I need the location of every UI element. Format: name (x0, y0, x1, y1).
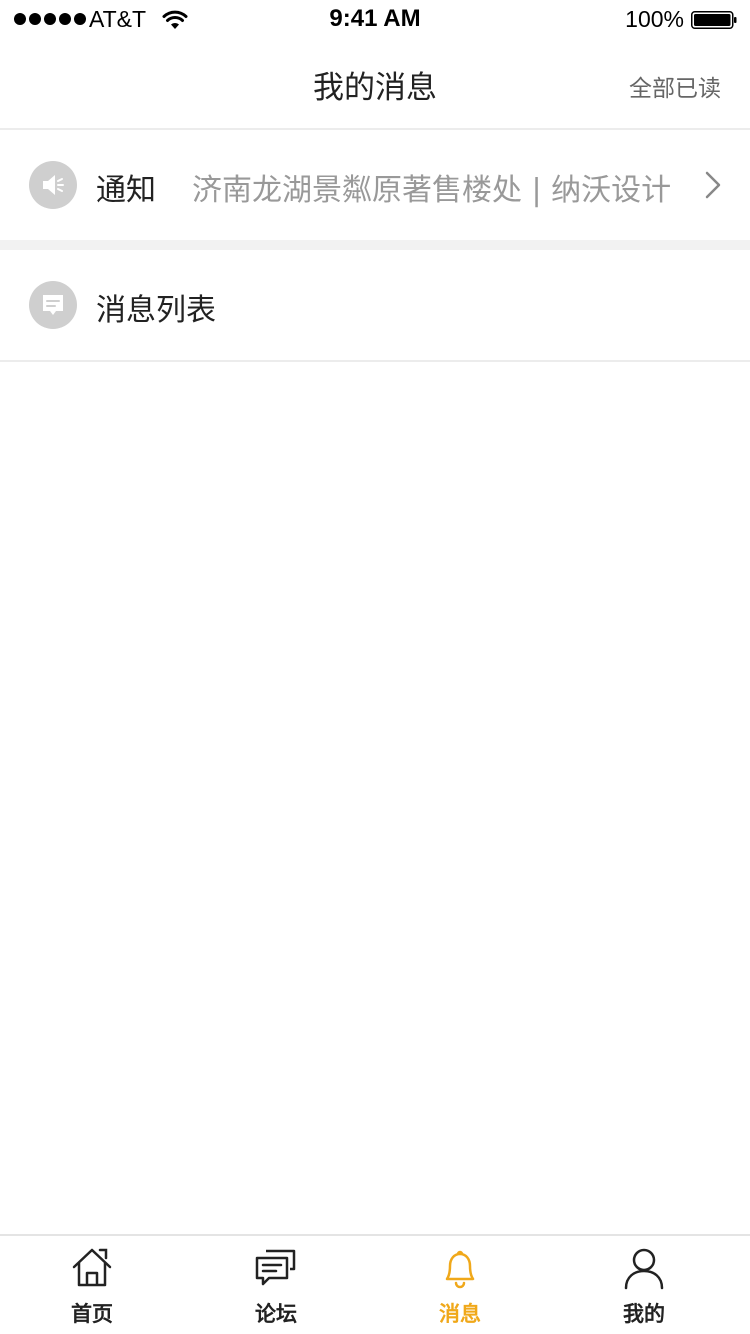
notice-label: 通知 (96, 173, 156, 208)
speaker-icon (29, 161, 77, 209)
tab-messages-label: 消息 (439, 1302, 481, 1326)
tab-home-label: 首页 (71, 1302, 113, 1326)
battery-percent: 100% (625, 6, 684, 32)
tab-home[interactable]: 首页 (0, 1236, 184, 1334)
message-list-row[interactable]: 消息列表 (0, 250, 750, 362)
tab-forum-label: 论坛 (255, 1302, 297, 1326)
tab-messages[interactable]: 消息 (368, 1236, 552, 1334)
mark-all-read-button[interactable]: 全部已读 (629, 69, 721, 103)
section-divider (0, 240, 750, 250)
battery-icon (691, 11, 737, 29)
home-icon (72, 1248, 112, 1287)
chat-icon (29, 281, 77, 329)
tab-profile-label: 我的 (623, 1302, 665, 1326)
status-bar: AT&T 9:41 AM 100% (0, 0, 750, 40)
tab-profile[interactable]: 我的 (552, 1236, 750, 1334)
message-list-label: 消息列表 (96, 293, 216, 328)
notice-preview: 济南龙湖景粼原著售楼处 | 纳沃设计 (192, 173, 672, 208)
chevron-right-icon (705, 171, 721, 199)
tab-forum[interactable]: 论坛 (184, 1236, 368, 1334)
navigation-bar: 我的消息 全部已读 (0, 40, 750, 130)
notice-row[interactable]: 通知 济南龙湖景粼原著售楼处 | 纳沃设计 (0, 130, 750, 240)
bell-icon (445, 1250, 475, 1289)
user-icon (624, 1248, 664, 1290)
forum-icon (255, 1249, 296, 1286)
messages-screen: AT&T 9:41 AM 100% 我的消息 全部已读 通知 济南龙湖景粼原著售… (0, 0, 750, 1334)
tab-bar: 首页 论坛 消息 我的 (0, 1234, 750, 1334)
